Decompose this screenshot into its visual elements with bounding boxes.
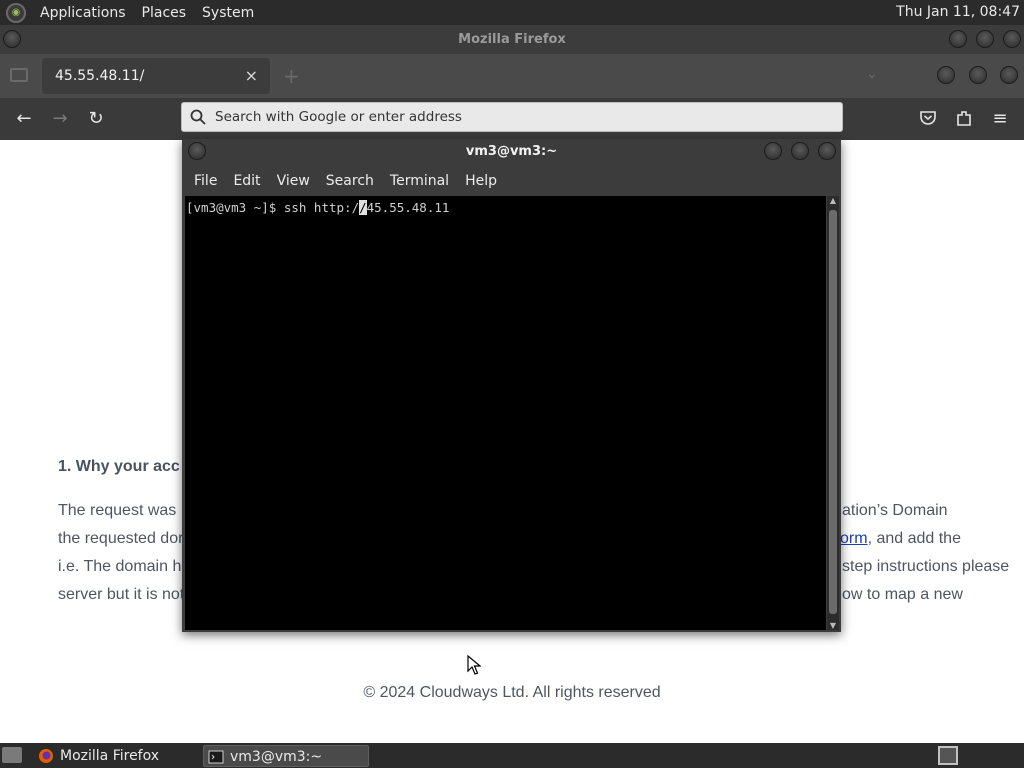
body-text-line: ow to map a new	[842, 586, 963, 603]
terminal-title: vm3@vm3:~	[465, 144, 558, 159]
taskbar-label: Mozilla Firefox	[60, 748, 160, 764]
extensions-icon[interactable]	[955, 109, 973, 127]
menu-places[interactable]: Places	[134, 5, 195, 21]
workspace-switcher[interactable]	[938, 746, 958, 765]
firefox-icon	[39, 749, 53, 763]
terminal-window[interactable]: vm3@vm3:~ File Edit View Search Terminal…	[182, 139, 841, 632]
firefox-titlebar[interactable]: Mozilla Firefox	[0, 25, 1024, 54]
firefox-tabbar: 45.55.48.11/ × + ⌄	[0, 54, 1024, 98]
body-text-line: i.e. The domain h	[58, 558, 182, 575]
show-desktop-icon[interactable]	[2, 747, 22, 763]
form-link[interactable]: orm	[840, 530, 868, 547]
terminal-screen[interactable]: [vm3@vm3 ~]$ ssh http://45.55.48.11	[185, 196, 826, 630]
taskbar-item-terminal[interactable]: vm3@vm3:~	[203, 745, 369, 767]
footer-copyright: © 2024 Cloudways Ltd. All rights reserve…	[363, 684, 661, 701]
scrollbar-thumb[interactable]	[829, 210, 837, 614]
maximize-icon[interactable]	[791, 142, 809, 160]
minimize-icon[interactable]	[764, 142, 782, 160]
terminal-titlebar[interactable]: vm3@vm3:~	[182, 139, 841, 166]
body-text-fragment: , and add the	[867, 530, 961, 547]
hamburger-menu-icon[interactable]: ≡	[987, 106, 1013, 132]
tab-list-icon[interactable]	[10, 68, 28, 82]
terminal-icon	[208, 750, 224, 764]
reload-icon[interactable]: ↻	[83, 106, 109, 132]
menu-terminal[interactable]: Terminal	[382, 173, 457, 189]
top-panel: ◉ Applications Places System Thu Jan 11,…	[0, 0, 1024, 25]
pocket-icon[interactable]	[919, 109, 937, 127]
close-window-icon[interactable]	[1000, 66, 1018, 84]
tab-active[interactable]: 45.55.48.11/ ×	[42, 58, 270, 94]
menu-applications[interactable]: Applications	[32, 5, 134, 21]
address-bar[interactable]	[181, 102, 843, 132]
body-text-line: the requested dor	[58, 530, 184, 547]
mouse-pointer-icon	[467, 655, 481, 675]
body-text-line: ation’s Domain	[842, 502, 948, 519]
close-window-icon[interactable]	[1003, 30, 1021, 48]
search-icon	[190, 109, 206, 125]
taskbar-item-firefox[interactable]: Mozilla Firefox	[34, 745, 200, 767]
bottom-panel: Mozilla Firefox vm3@vm3:~	[0, 743, 1024, 768]
terminal-command-text: [vm3@vm3 ~]$ ssh http:/	[186, 200, 360, 215]
menu-system[interactable]: System	[194, 5, 262, 21]
distro-logo-icon[interactable]: ◉	[6, 2, 26, 23]
firefox-navbar: ← → ↻ ≡	[0, 98, 1024, 140]
scroll-down-arrow-icon[interactable]: ▼	[828, 621, 838, 630]
terminal-command-text: 45.55.48.11	[366, 200, 450, 215]
terminal-cursor: /	[359, 200, 367, 215]
tab-close-icon[interactable]: ×	[245, 66, 258, 85]
menu-search[interactable]: Search	[318, 173, 382, 189]
forward-arrow-icon[interactable]: →	[47, 106, 73, 132]
body-text-line: The request was	[58, 502, 177, 519]
menu-view[interactable]: View	[269, 173, 318, 189]
list-tabs-chevron-icon[interactable]: ⌄	[866, 66, 878, 82]
minimize-icon[interactable]	[937, 66, 955, 84]
clock[interactable]: Thu Jan 11, 08:47	[896, 4, 1020, 20]
body-text-line: step instructions please	[842, 558, 1010, 575]
maximize-icon[interactable]	[969, 66, 987, 84]
url-input[interactable]	[215, 107, 815, 127]
close-window-icon[interactable]	[818, 142, 836, 160]
section-heading: 1. Why your acc	[58, 458, 180, 475]
maximize-icon[interactable]	[976, 30, 994, 48]
menu-edit[interactable]: Edit	[225, 173, 268, 189]
terminal-menubar: File Edit View Search Terminal Help	[182, 166, 841, 195]
body-text-line: orm, and add the	[840, 530, 961, 548]
scroll-up-arrow-icon[interactable]: ▲	[828, 196, 838, 205]
window-menu-icon[interactable]	[3, 30, 21, 48]
menu-help[interactable]: Help	[457, 173, 505, 189]
new-tab-button[interactable]: +	[283, 64, 300, 88]
minimize-icon[interactable]	[949, 30, 967, 48]
terminal-scrollbar[interactable]: ▲ ▼	[827, 196, 839, 630]
firefox-window-title: Mozilla Firefox	[458, 32, 566, 47]
tab-title: 45.55.48.11/	[55, 68, 145, 84]
menu-file[interactable]: File	[186, 173, 225, 189]
window-menu-icon[interactable]	[188, 142, 206, 160]
body-text-line: server but it is not	[58, 586, 185, 603]
taskbar-label: vm3@vm3:~	[230, 749, 323, 765]
back-arrow-icon[interactable]: ←	[11, 106, 37, 132]
